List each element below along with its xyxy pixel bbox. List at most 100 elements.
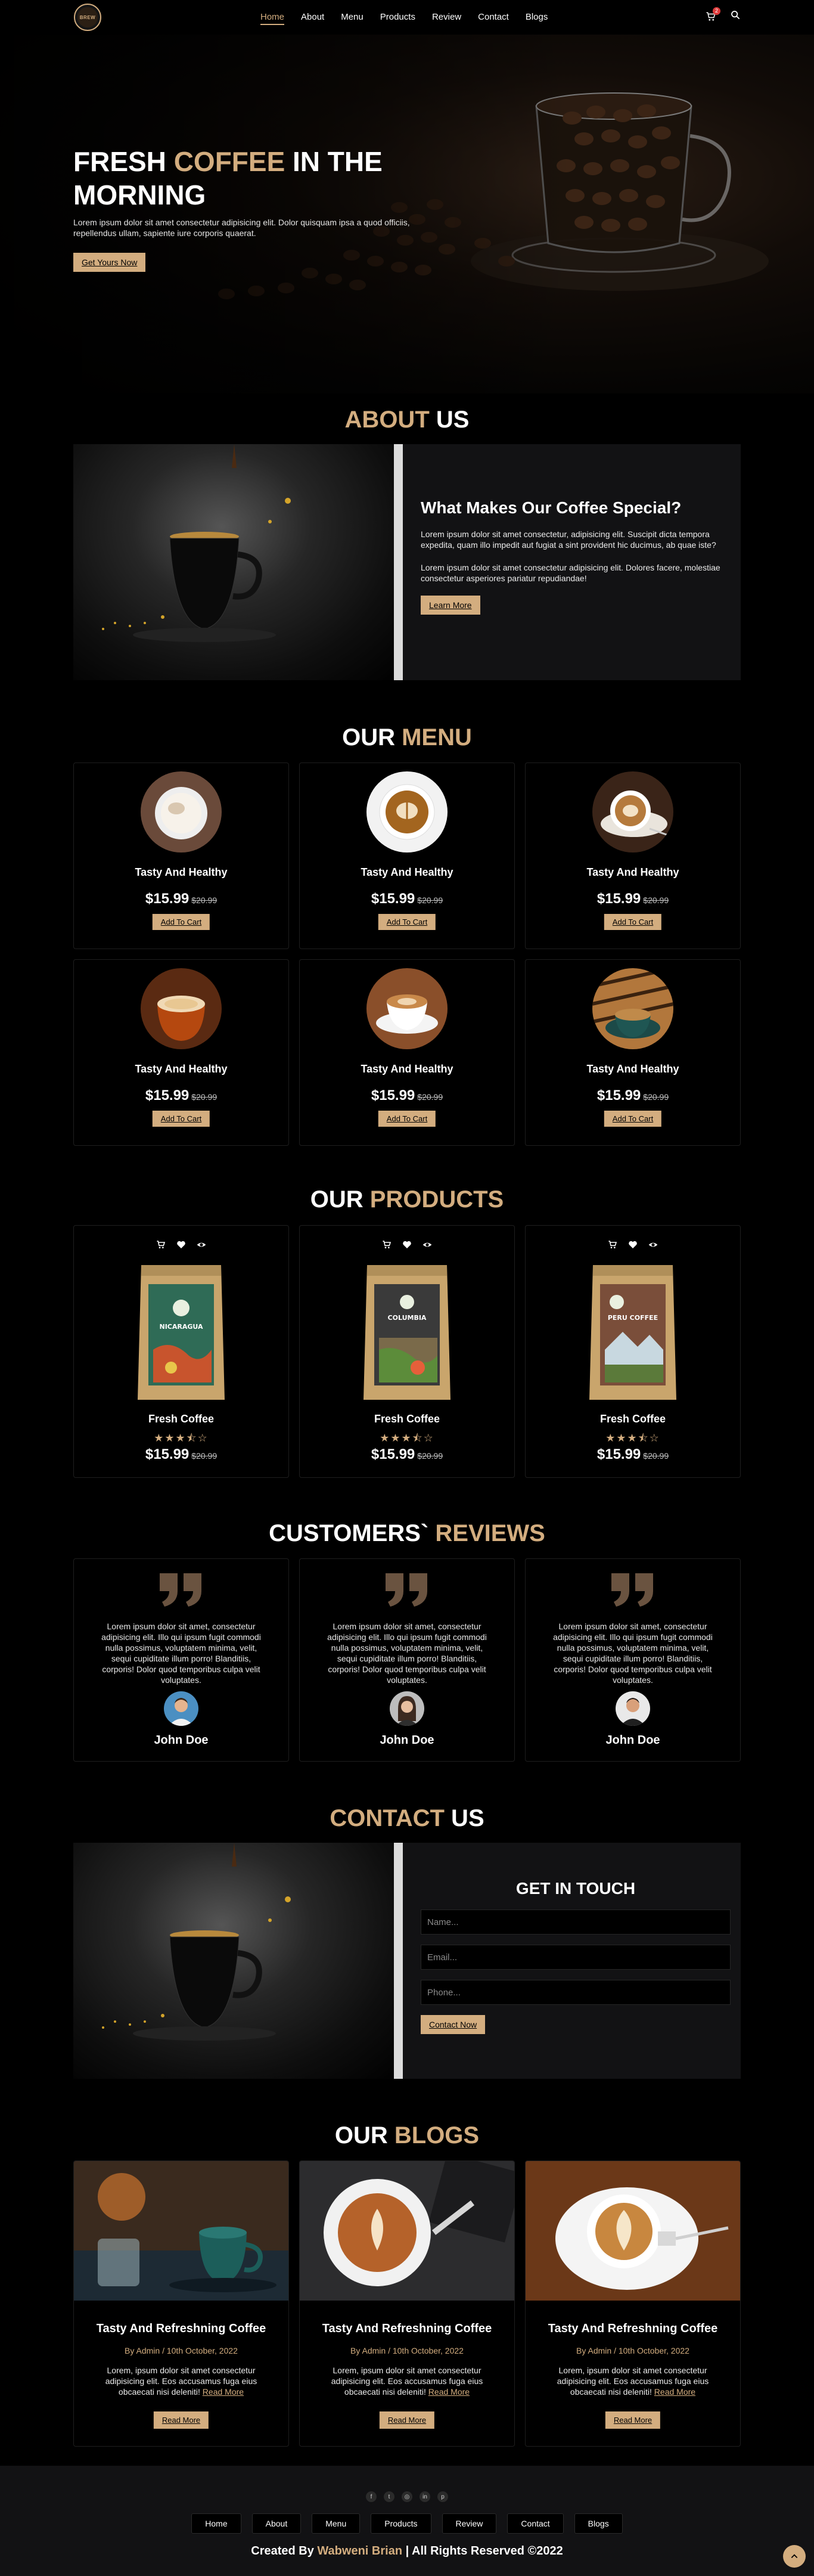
nav-about[interactable]: About <box>301 12 324 25</box>
contact-heading: GET IN TOUCH <box>515 1879 636 1898</box>
hero-text: Lorem ipsum dolor sit amet consectetur a… <box>73 218 410 238</box>
blog-image <box>300 2161 514 2301</box>
instagram-icon[interactable]: ◎ <box>402 2491 412 2502</box>
blog-title: Tasty And Refreshning Coffee <box>322 2322 492 2335</box>
read-more-link[interactable]: Read More <box>654 2387 695 2397</box>
nav-home[interactable]: Home <box>260 12 285 25</box>
menu-card: Tasty And Healthy $15.99 $20.99 Add To Ca… <box>299 959 515 1146</box>
hero-title: FRESH COFFEE IN THE MORNING <box>73 146 383 210</box>
menu-item-name: Tasty And Healthy <box>361 1063 453 1075</box>
cart-icon[interactable] <box>608 1240 617 1253</box>
contact-section: GET IN TOUCH Contact Now <box>73 1843 741 2079</box>
product-card: NICARAGUA Fresh Coffee ★★★⯪☆ $15.99 $20.9… <box>73 1225 289 1478</box>
heart-icon[interactable] <box>628 1240 638 1253</box>
logo-text: BREW <box>77 7 98 27</box>
menu-item-price: $15.99 $20.99 <box>145 1087 218 1103</box>
cart-icon[interactable] <box>382 1240 392 1253</box>
cart-icon[interactable] <box>156 1240 166 1253</box>
add-to-cart-button[interactable]: Add To Cart <box>604 1111 662 1127</box>
contact-title: CONTACT US <box>330 1805 484 1831</box>
footer-nav-contact[interactable]: Contact <box>507 2513 564 2534</box>
nav-contact[interactable]: Contact <box>478 12 509 25</box>
menu-item-price: $15.99 $20.99 <box>145 891 218 907</box>
add-to-cart-button[interactable]: Add To Cart <box>152 914 210 930</box>
nav-review[interactable]: Review <box>432 12 461 25</box>
eye-icon[interactable] <box>422 1240 432 1253</box>
email-field[interactable] <box>421 1945 731 1970</box>
review-text: Lorem ipsum dolor sit amet, consectetur … <box>327 1622 487 1685</box>
logo[interactable]: BREW <box>74 4 101 31</box>
add-to-cart-button[interactable]: Add To Cart <box>378 914 436 930</box>
footer-nav-home[interactable]: Home <box>191 2513 241 2534</box>
read-more-button[interactable]: Read More <box>153 2411 209 2429</box>
quote-icon <box>611 1573 653 1607</box>
read-more-link[interactable]: Read More <box>428 2387 470 2397</box>
reviewer-name: John Doe <box>380 1734 434 1747</box>
contact-now-button[interactable]: Contact Now <box>421 2015 486 2034</box>
review-card: Lorem ipsum dolor sit amet, consectetur … <box>73 1558 289 1762</box>
products-title: OUR PRODUCTS <box>310 1186 504 1213</box>
product-card: COLUMBIA Fresh Coffee ★★★⯪☆ $15.99 $20.99 <box>299 1225 515 1478</box>
read-more-button[interactable]: Read More <box>605 2411 661 2429</box>
heart-icon[interactable] <box>402 1240 412 1253</box>
reviews-grid: Lorem ipsum dolor sit amet, consectetur … <box>73 1558 741 1762</box>
site-footer: f t ◎ in p Home About Menu Products Revi… <box>0 2466 814 2576</box>
footer-nav-about[interactable]: About <box>251 2513 302 2534</box>
site-header: BREW Home About Menu Products Review Con… <box>0 0 814 35</box>
pinterest-icon[interactable]: p <box>437 2491 448 2502</box>
menu-item-image <box>141 771 222 853</box>
menu-title: OUR MENU <box>342 724 472 751</box>
footer-nav-blogs[interactable]: Blogs <box>574 2513 623 2534</box>
reviews-title: CUSTOMERS` REVIEWS <box>269 1520 545 1546</box>
footer-nav: Home About Menu Products Review Contact … <box>0 2513 814 2534</box>
add-to-cart-button[interactable]: Add To Cart <box>604 914 662 930</box>
scroll-to-top-button[interactable] <box>783 2545 806 2568</box>
eye-icon[interactable] <box>648 1240 658 1253</box>
nav-products[interactable]: Products <box>380 12 415 25</box>
menu-grid: Tasty And Healthy $15.99 $20.99 Add To Ca… <box>73 762 741 1146</box>
menu-item-price: $15.99 $20.99 <box>371 1087 443 1103</box>
add-to-cart-button[interactable]: Add To Cart <box>378 1111 436 1127</box>
coffee-bag-image: NICARAGUA <box>138 1265 225 1400</box>
blog-card: Tasty And Refreshning Coffee By Admin / … <box>73 2160 289 2447</box>
read-more-button[interactable]: Read More <box>379 2411 435 2429</box>
nav-blogs[interactable]: Blogs <box>526 12 548 25</box>
read-more-link[interactable]: Read More <box>203 2387 244 2397</box>
blog-excerpt: Lorem, ipsum dolor sit amet consectetur … <box>331 2366 483 2397</box>
blog-meta: By Admin / 10th October, 2022 <box>576 2346 689 2355</box>
phone-field[interactable] <box>421 1980 731 2005</box>
search-icon[interactable] <box>731 10 740 23</box>
coffee-splash-image <box>73 444 403 680</box>
eye-icon[interactable] <box>197 1240 206 1253</box>
get-yours-now-button[interactable]: Get Yours Now <box>73 253 146 272</box>
svg-text:NICARAGUA: NICARAGUA <box>159 1323 203 1331</box>
about-content: What Makes Our Coffee Special? Lorem ips… <box>421 498 731 615</box>
blog-title: Tasty And Refreshning Coffee <box>96 2322 266 2335</box>
heart-icon[interactable] <box>176 1240 186 1253</box>
blog-excerpt: Lorem, ipsum dolor sit amet consectetur … <box>105 2366 257 2397</box>
blog-image <box>74 2161 288 2301</box>
footer-nav-products[interactable]: Products <box>371 2513 431 2534</box>
product-actions <box>74 1240 288 1253</box>
cart-icon[interactable]: 2 <box>706 7 720 22</box>
twitter-icon[interactable]: t <box>384 2491 394 2502</box>
menu-item-name: Tasty And Healthy <box>361 866 453 878</box>
footer-nav-menu[interactable]: Menu <box>312 2513 361 2534</box>
learn-more-button[interactable]: Learn More <box>421 596 480 615</box>
name-field[interactable] <box>421 1909 731 1935</box>
avatar <box>390 1691 424 1726</box>
review-text: Lorem ipsum dolor sit amet, consectetur … <box>101 1622 261 1685</box>
linkedin-icon[interactable]: in <box>420 2491 430 2502</box>
product-name: Fresh Coffee <box>148 1413 215 1425</box>
facebook-icon[interactable]: f <box>366 2491 377 2502</box>
menu-card: Tasty And Healthy $15.99 $20.99 Add To Ca… <box>525 762 741 949</box>
review-text: Lorem ipsum dolor sit amet, consectetur … <box>553 1622 713 1685</box>
add-to-cart-button[interactable]: Add To Cart <box>152 1111 210 1127</box>
about-section: What Makes Our Coffee Special? Lorem ips… <box>73 444 741 680</box>
product-actions <box>300 1240 514 1253</box>
menu-item-name: Tasty And Healthy <box>135 866 228 878</box>
footer-nav-review[interactable]: Review <box>442 2513 497 2534</box>
cart-count-badge: 2 <box>713 7 720 15</box>
nav-menu[interactable]: Menu <box>341 12 363 25</box>
product-price: $15.99 $20.99 <box>145 1446 218 1462</box>
